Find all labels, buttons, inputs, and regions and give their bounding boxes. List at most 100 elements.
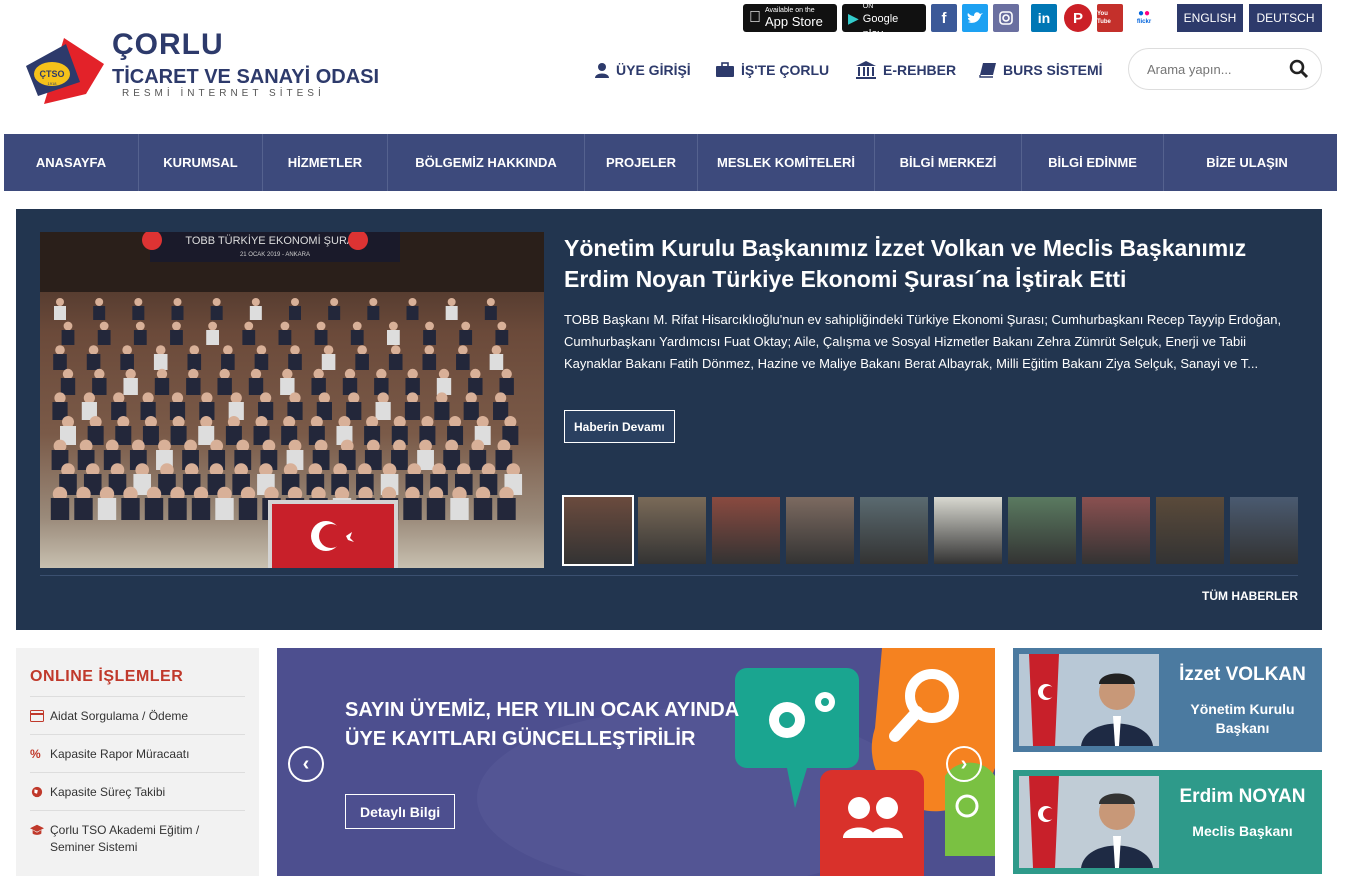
assembly-chair-name: Erdim NOYAN bbox=[1179, 786, 1306, 807]
banner-illustration bbox=[277, 648, 995, 876]
online-item-capacity-tracking[interactable]: Kapasite Süreç Takibi bbox=[30, 773, 245, 811]
youtube-label: You Tube bbox=[1097, 11, 1111, 25]
apple-icon:  bbox=[749, 9, 761, 27]
nav-item-services[interactable]: HİZMETLER bbox=[263, 134, 388, 191]
globe-icon bbox=[31, 786, 43, 798]
search-input[interactable] bbox=[1147, 61, 1287, 77]
graduation-cap-icon bbox=[30, 824, 44, 835]
google-play-button[interactable]: ▶ ANDROID APP ON Google play bbox=[842, 0, 926, 40]
chevron-left-icon[interactable]: ‹ bbox=[288, 746, 324, 782]
news-summary: TOBB Başkanı M. Rifat Hisarcıklıoğlu'nun… bbox=[564, 312, 1282, 371]
member-login-link[interactable]: ÜYE GİRİŞİ bbox=[594, 58, 691, 82]
president-name: İzzet VOLKAN bbox=[1179, 664, 1306, 685]
googleplay-label: Google play bbox=[862, 13, 899, 40]
briefcase-icon bbox=[716, 62, 734, 77]
percent-icon: % bbox=[30, 747, 41, 761]
credit-card-icon bbox=[30, 710, 44, 722]
nav-item-info-request[interactable]: BİLGİ EDİNME bbox=[1022, 134, 1164, 191]
news-photo[interactable]: TOBB TÜRKİYE EKONOMİ ŞURASI 21 OCAK 2019… bbox=[40, 232, 544, 568]
book-icon bbox=[979, 63, 996, 78]
nav-item-home[interactable]: ANASAYFA bbox=[4, 134, 139, 191]
flickr-icon[interactable]: ●● flickr bbox=[1131, 4, 1157, 32]
online-item-academy[interactable]: Çorlu TSO Akademi Eğitim / Seminer Siste… bbox=[30, 811, 245, 865]
linkedin-icon[interactable]: in bbox=[1031, 4, 1057, 32]
main-navigation: ANASAYFA KURUMSAL HİZMETLER BÖLGEMİZ HAK… bbox=[4, 134, 1337, 191]
googleplay-small-label: ANDROID APP ON bbox=[862, 0, 911, 10]
e-directory-label: E-REHBER bbox=[883, 62, 957, 78]
logo-tagline: RESMİ İNTERNET SİTESİ bbox=[122, 88, 325, 99]
news-thumbnail[interactable] bbox=[638, 497, 706, 564]
online-item-label: Kapasite Süreç Takibi bbox=[50, 785, 166, 799]
promo-banner[interactable]: SAYIN ÜYEMİZ, HER YILIN OCAK AYINDA ÜYE … bbox=[277, 648, 995, 876]
photo-banner-subtext: 21 OCAK 2019 - ANKARA bbox=[240, 252, 310, 258]
president-role: Yönetim Kurulu Başkanı bbox=[1190, 701, 1295, 736]
nav-item-committees[interactable]: MESLEK KOMİTELERİ bbox=[698, 134, 875, 191]
nav-item-region[interactable]: BÖLGEMİZ HAKKINDA bbox=[388, 134, 585, 191]
scholarship-system-label: BURS SİSTEMİ bbox=[1003, 62, 1103, 78]
institution-icon bbox=[856, 61, 876, 79]
business-corlu-label: İŞ'TE ÇORLU bbox=[741, 62, 830, 78]
youtube-icon[interactable]: You Tube bbox=[1097, 4, 1123, 32]
play-icon: ▶ bbox=[848, 9, 859, 26]
president-card[interactable]: İzzet VOLKAN Yönetim Kurulu Başkanı bbox=[1013, 648, 1322, 752]
news-thumbnail[interactable] bbox=[1156, 497, 1224, 564]
online-services-title: ONLINE İŞLEMLER bbox=[30, 668, 245, 697]
banner-text: SAYIN ÜYEMİZ, HER YILIN OCAK AYINDA ÜYE … bbox=[345, 699, 739, 750]
instagram-icon[interactable] bbox=[993, 4, 1019, 32]
details-button[interactable]: Detaylı Bilgi bbox=[345, 794, 456, 829]
news-thumbnail[interactable] bbox=[1008, 497, 1076, 564]
assembly-chair-photo bbox=[1019, 776, 1159, 868]
news-thumbnails bbox=[562, 495, 1298, 566]
chevron-right-icon[interactable]: › bbox=[946, 746, 982, 782]
news-thumbnail[interactable] bbox=[712, 497, 780, 564]
facebook-icon[interactable]: f bbox=[931, 4, 957, 32]
language-english[interactable]: ENGLISH bbox=[1177, 4, 1243, 32]
site-logo[interactable]: ÇTSO 1918 ÇORLU TİCARET VE SANAYİ ODASI … bbox=[16, 28, 396, 108]
online-item-capacity-report[interactable]: % Kapasite Rapor Müracaatı bbox=[30, 735, 245, 773]
assembly-chair-role: Meclis Başkanı bbox=[1192, 823, 1293, 839]
search-box bbox=[1128, 48, 1322, 90]
business-corlu-link[interactable]: İŞ'TE ÇORLU bbox=[715, 58, 829, 82]
pinterest-icon[interactable]: P bbox=[1064, 4, 1092, 32]
read-more-button[interactable]: Haberin Devamı bbox=[564, 410, 675, 443]
online-item-dues[interactable]: Aidat Sorgulama / Ödeme bbox=[30, 697, 245, 735]
news-thumbnail[interactable] bbox=[934, 497, 1002, 564]
news-thumbnail[interactable] bbox=[1230, 497, 1298, 564]
user-icon bbox=[595, 63, 609, 78]
news-thumbnail[interactable] bbox=[562, 495, 634, 566]
online-item-label: Aidat Sorgulama / Ödeme bbox=[50, 709, 189, 723]
ctso-logo-icon: ÇTSO 1918 bbox=[26, 38, 104, 104]
app-store-button[interactable]:  Available on theApp Store bbox=[743, 4, 837, 32]
member-login-label: ÜYE GİRİŞİ bbox=[616, 62, 691, 78]
logo-subtitle: TİCARET VE SANAYİ ODASI bbox=[112, 66, 380, 88]
news-photo-image: TOBB TÜRKİYE EKONOMİ ŞURASI 21 OCAK 2019… bbox=[40, 232, 544, 568]
e-directory-link[interactable]: E-REHBER bbox=[855, 58, 956, 82]
online-item-label: Kapasite Rapor Müracaatı bbox=[50, 747, 190, 761]
all-news-link[interactable]: TÜM HABERLER bbox=[1202, 589, 1298, 603]
nav-item-contact[interactable]: BİZE ULAŞIN bbox=[1164, 134, 1330, 191]
logo-badge-year: 1918 bbox=[48, 81, 58, 86]
logo-badge-text: ÇTSO bbox=[39, 69, 64, 79]
news-divider bbox=[40, 575, 1298, 576]
featured-news: TOBB TÜRKİYE EKONOMİ ŞURASI 21 OCAK 2019… bbox=[16, 209, 1322, 630]
twitter-icon[interactable] bbox=[962, 4, 988, 32]
nav-item-projects[interactable]: PROJELER bbox=[585, 134, 698, 191]
photo-banner-text: TOBB TÜRKİYE EKONOMİ ŞURASI bbox=[185, 234, 364, 247]
nav-item-info-center[interactable]: BİLGİ MERKEZİ bbox=[875, 134, 1022, 191]
nav-item-corporate[interactable]: KURUMSAL bbox=[139, 134, 263, 191]
news-title[interactable]: Yönetim Kurulu Başkanımız İzzet Volkan v… bbox=[564, 233, 1304, 295]
scholarship-system-link[interactable]: BURS SİSTEMİ bbox=[979, 58, 1103, 82]
online-item-label: Çorlu TSO Akademi Eğitim / Seminer Siste… bbox=[50, 823, 200, 854]
appstore-small-label: Available on the bbox=[753, 7, 815, 14]
search-icon[interactable] bbox=[1289, 59, 1309, 79]
logo-name: ÇORLU bbox=[112, 28, 224, 61]
news-thumbnail[interactable] bbox=[786, 497, 854, 564]
assembly-chair-card[interactable]: Erdim NOYAN Meclis Başkanı bbox=[1013, 770, 1322, 874]
flickr-label: flickr bbox=[1136, 19, 1152, 25]
news-thumbnail[interactable] bbox=[860, 497, 928, 564]
president-photo bbox=[1019, 654, 1159, 746]
appstore-label: App Store bbox=[753, 14, 823, 29]
language-deutsch[interactable]: DEUTSCH bbox=[1249, 4, 1322, 32]
news-thumbnail[interactable] bbox=[1082, 497, 1150, 564]
online-services-panel: ONLINE İŞLEMLER Aidat Sorgulama / Ödeme … bbox=[16, 648, 259, 876]
